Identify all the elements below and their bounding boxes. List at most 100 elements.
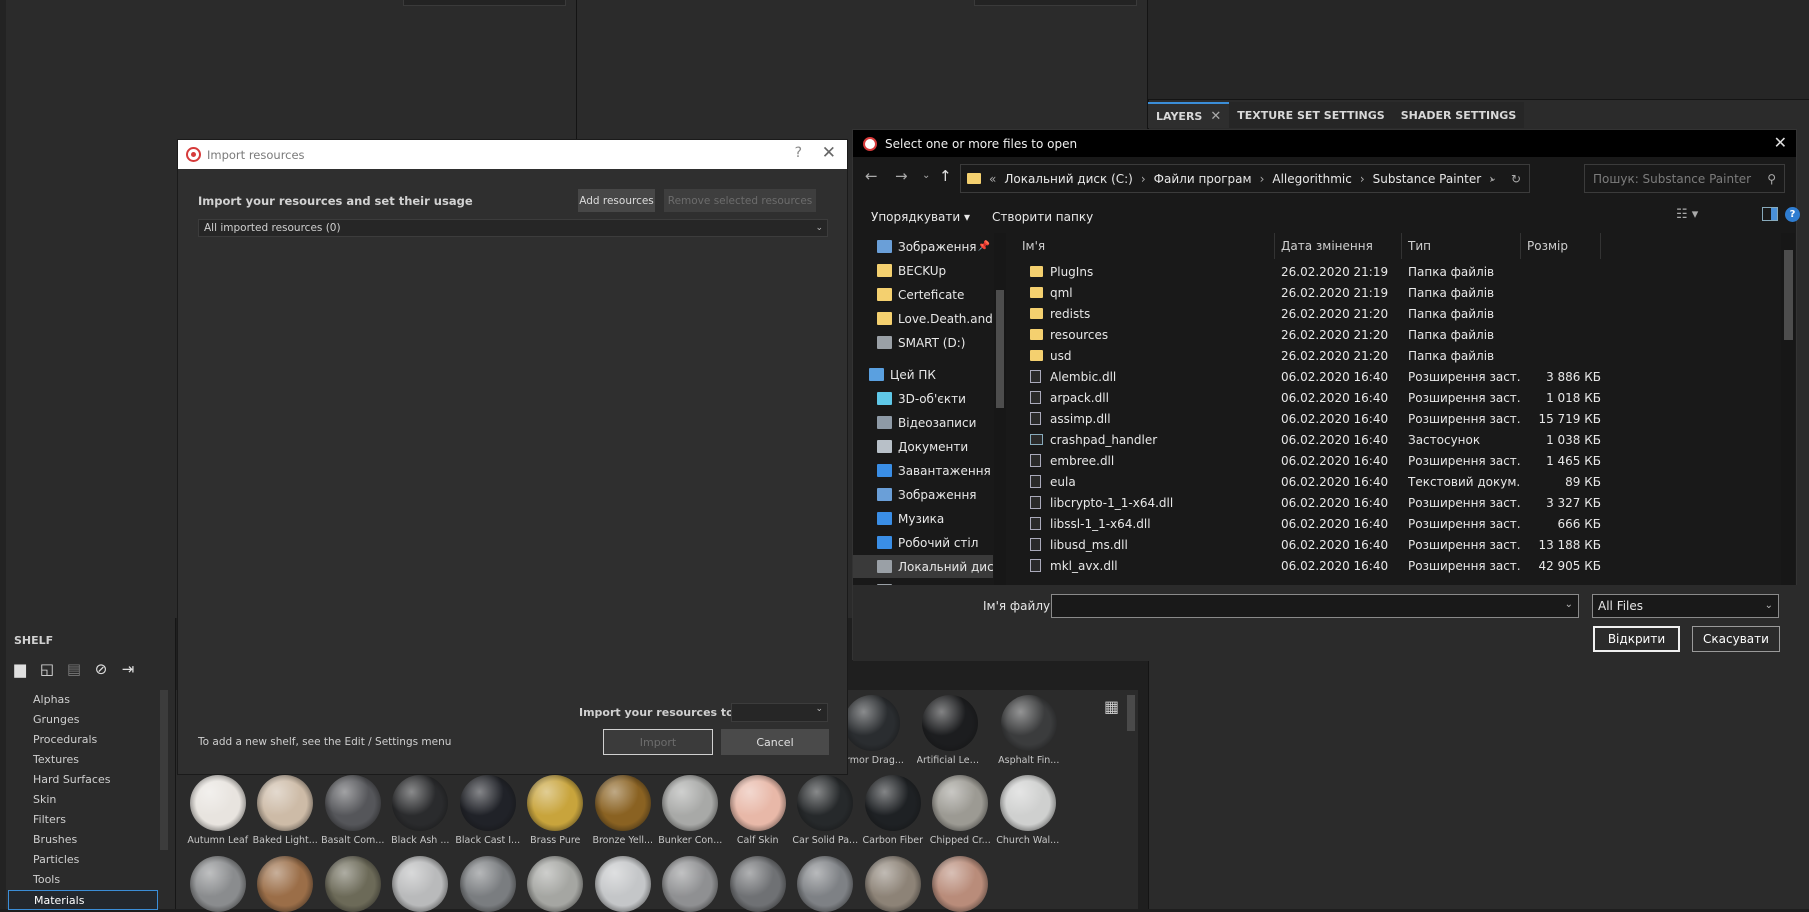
tree-item[interactable]: Відеозаписи bbox=[853, 411, 993, 434]
material-thumbnail[interactable]: Autumn Leaf bbox=[184, 775, 252, 846]
tree-item[interactable]: Робочий стіл bbox=[853, 531, 993, 554]
materials-scrollbar[interactable] bbox=[1127, 695, 1135, 731]
tab-shader-settings[interactable]: SHADER SETTINGS bbox=[1392, 102, 1525, 128]
add-resources-button[interactable]: Add resources bbox=[578, 189, 655, 212]
material-thumbnail[interactable]: Chipped Cr... bbox=[927, 775, 995, 846]
breadcrumb-item[interactable]: Substance Painter bbox=[1373, 172, 1482, 186]
tree-item[interactable]: Локальний диск bbox=[853, 555, 993, 578]
breadcrumb-separator-icon[interactable]: › bbox=[1260, 172, 1265, 186]
material-thumbnail[interactable] bbox=[387, 856, 455, 912]
import-dialog-titlebar[interactable]: Import resources ? ✕ bbox=[178, 140, 847, 169]
file-row[interactable]: redists 26.02.2020 21:20 Папка файлів bbox=[1016, 303, 1779, 324]
file-row[interactable]: arpack.dll 06.02.2020 16:40 Розширення зас… bbox=[1016, 387, 1779, 408]
organize-menu[interactable]: Упорядкувати ▾ bbox=[871, 210, 970, 224]
shelf-item-materials[interactable]: Materials bbox=[8, 890, 158, 910]
file-row[interactable]: assimp.dll 06.02.2020 16:40 Розширення зас… bbox=[1016, 408, 1779, 429]
column-size[interactable]: Розмір bbox=[1521, 233, 1601, 259]
shelf-item-textures[interactable]: Textures bbox=[8, 750, 158, 770]
file-row[interactable]: PlugIns 26.02.2020 21:19 Папка файлів bbox=[1016, 261, 1779, 282]
close-icon[interactable]: ✕ bbox=[1774, 133, 1787, 152]
material-thumbnail[interactable]: Black Ash ... bbox=[387, 775, 455, 846]
tree-scrollbar-thumb[interactable] bbox=[996, 290, 1004, 408]
new-file-icon[interactable]: ◱ bbox=[37, 659, 57, 679]
grid-view-icon[interactable]: ▦ bbox=[1104, 697, 1119, 716]
forward-arrow-icon[interactable]: → bbox=[895, 167, 908, 185]
file-row[interactable]: usd 26.02.2020 21:20 Папка файлів bbox=[1016, 345, 1779, 366]
material-thumbnail[interactable]: Artificial Lea... bbox=[917, 695, 984, 766]
material-thumbnail[interactable] bbox=[859, 856, 927, 912]
material-thumbnail[interactable] bbox=[589, 856, 657, 912]
material-thumbnail[interactable] bbox=[724, 856, 792, 912]
search-input[interactable]: Пошук: Substance Painter ⚲ bbox=[1584, 164, 1785, 193]
recent-locations-chevron-icon[interactable]: ⌄ bbox=[922, 170, 930, 181]
breadcrumb-separator-icon[interactable]: › bbox=[1360, 172, 1365, 186]
cancel-button[interactable]: Скасувати bbox=[1692, 626, 1780, 652]
close-icon[interactable]: ✕ bbox=[822, 143, 836, 163]
up-arrow-icon[interactable]: ↑ bbox=[939, 167, 952, 185]
change-view-icon[interactable]: ☷ ▾ bbox=[1676, 207, 1698, 222]
tab-texture-set-settings[interactable]: TEXTURE SET SETTINGS bbox=[1229, 102, 1393, 128]
material-thumbnail[interactable] bbox=[657, 856, 725, 912]
column-type[interactable]: Тип bbox=[1402, 233, 1521, 259]
tree-item[interactable]: 3D-об'єкти bbox=[853, 387, 993, 410]
file-row[interactable]: crashpad_handler 06.02.2020 16:40 Застосун… bbox=[1016, 429, 1779, 450]
new-folder-button[interactable]: Створити папку bbox=[992, 210, 1093, 224]
tree-item[interactable]: Зображення 📌 bbox=[853, 235, 993, 258]
shelf-item-procedurals[interactable]: Procedurals bbox=[8, 730, 158, 750]
material-thumbnail[interactable] bbox=[252, 856, 320, 912]
tree-item[interactable]: Завантаження bbox=[853, 459, 993, 482]
address-bar[interactable]: « Локальний диск (C:) › Файли програм › Al… bbox=[960, 164, 1530, 193]
search-icon[interactable]: ⚲ bbox=[1767, 172, 1776, 186]
help-icon[interactable]: ? bbox=[795, 145, 802, 161]
file-row[interactable]: qml 26.02.2020 21:19 Папка файлів bbox=[1016, 282, 1779, 303]
tree-item[interactable]: Certeficate bbox=[853, 283, 993, 306]
help-icon[interactable]: ? bbox=[1785, 207, 1800, 222]
breadcrumb-separator-icon[interactable]: › bbox=[1141, 172, 1146, 186]
close-icon[interactable]: ✕ bbox=[1210, 109, 1221, 124]
imported-resources-filter[interactable]: All imported resources (0) ⌄ bbox=[198, 219, 828, 237]
preview-pane-icon[interactable] bbox=[1762, 207, 1778, 221]
material-thumbnail[interactable]: Bronze Yell... bbox=[589, 775, 657, 846]
shelf-item-tools[interactable]: Tools bbox=[8, 870, 158, 890]
back-arrow-icon[interactable]: ← bbox=[865, 167, 878, 185]
breadcrumb-item[interactable]: Allegorithmic bbox=[1272, 172, 1351, 186]
file-row[interactable]: eula 06.02.2020 16:40 Текстовий докум... 89… bbox=[1016, 471, 1779, 492]
file-row[interactable]: libssl-1_1-x64.dll 06.02.2020 16:40 Розшир… bbox=[1016, 513, 1779, 534]
material-thumbnail[interactable]: Church Wal... bbox=[994, 775, 1062, 846]
file-row[interactable]: libcrypto-1_1-x64.dll 06.02.2020 16:40 Роз… bbox=[1016, 492, 1779, 513]
material-thumbnail[interactable]: Baked Light... bbox=[252, 775, 320, 846]
material-thumbnail[interactable]: Calf Skin bbox=[724, 775, 792, 846]
breadcrumb-overflow[interactable]: « bbox=[989, 172, 996, 186]
shelf-scrollbar[interactable] bbox=[160, 690, 168, 850]
material-thumbnail[interactable]: Carbon Fiber bbox=[859, 775, 927, 846]
shelf-item-filters[interactable]: Filters bbox=[8, 810, 158, 830]
tree-item[interactable]: Зображення bbox=[853, 483, 993, 506]
material-thumbnail[interactable]: Bunker Con... bbox=[657, 775, 725, 846]
folder-icon[interactable]: ▆ bbox=[10, 659, 30, 679]
breadcrumb-item[interactable]: Файли програм bbox=[1154, 172, 1252, 186]
chevron-down-icon[interactable]: ⌄ bbox=[1565, 599, 1573, 610]
shelf-item-skin[interactable]: Skin bbox=[8, 790, 158, 810]
remove-selected-resources-button[interactable]: Remove selected resources bbox=[664, 189, 816, 212]
file-row[interactable]: embree.dll 06.02.2020 16:40 Розширення зас… bbox=[1016, 450, 1779, 471]
tree-item[interactable]: Музика bbox=[853, 507, 993, 530]
material-thumbnail[interactable] bbox=[792, 856, 860, 912]
shelf-item-brushes[interactable]: Brushes bbox=[8, 830, 158, 850]
file-row[interactable]: libusd_ms.dll 06.02.2020 16:40 Розширення … bbox=[1016, 534, 1779, 555]
material-thumbnail[interactable]: Brass Pure bbox=[522, 775, 590, 846]
open-button[interactable]: Відкрити bbox=[1593, 626, 1680, 652]
chevron-down-icon[interactable]: ⌄ bbox=[1489, 173, 1497, 184]
refresh-icon[interactable]: ↻ bbox=[1511, 172, 1521, 186]
tab-layers[interactable]: LAYERS ✕ bbox=[1148, 102, 1230, 128]
filename-input[interactable]: ⌄ bbox=[1051, 594, 1579, 618]
shelf-item-grunges[interactable]: Grunges bbox=[8, 710, 158, 730]
tree-item[interactable]: SMART (D:) bbox=[853, 331, 993, 354]
save-icon[interactable]: ▤ bbox=[64, 659, 84, 679]
column-name[interactable]: Ім'я bbox=[1016, 233, 1275, 259]
material-thumbnail[interactable] bbox=[522, 856, 590, 912]
file-row[interactable]: mkl_avx.dll 06.02.2020 16:40 Розширення за… bbox=[1016, 555, 1779, 576]
file-type-select[interactable]: All Files ⌄ bbox=[1592, 594, 1779, 618]
file-list-scrollbar-thumb[interactable] bbox=[1784, 250, 1793, 340]
tree-scrollbar[interactable] bbox=[994, 233, 1006, 585]
shelf-item-particles[interactable]: Particles bbox=[8, 850, 158, 870]
